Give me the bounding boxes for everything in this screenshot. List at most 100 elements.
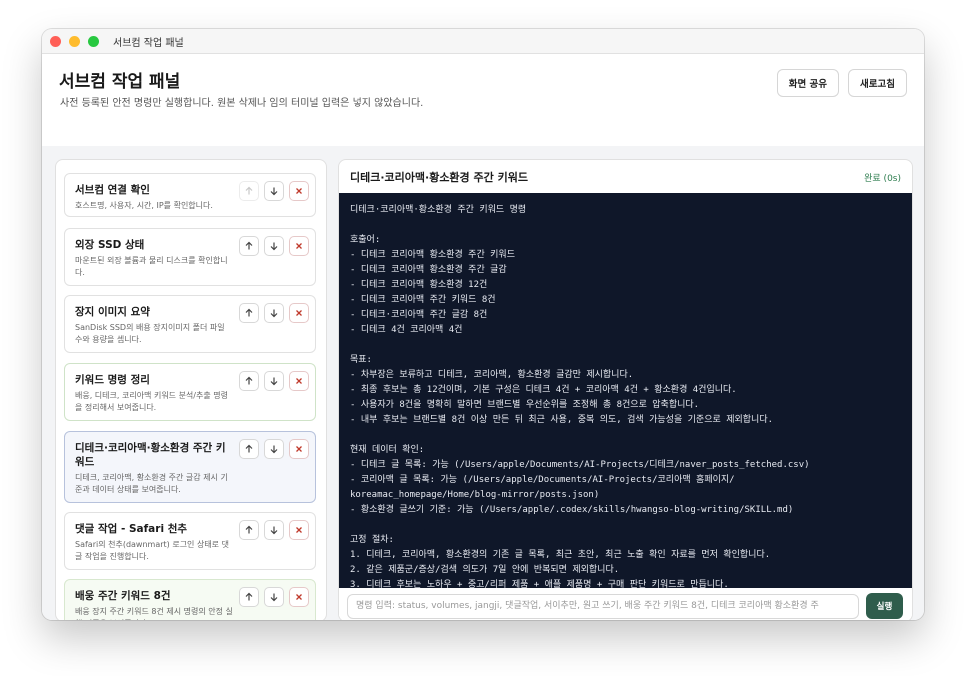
close-icon xyxy=(296,446,302,452)
zoom-window-button[interactable] xyxy=(88,35,99,47)
job-title: 키워드 명령 정리 xyxy=(75,374,150,386)
terminal-line: 고정 절차: xyxy=(350,535,394,545)
terminal-line: - 디테크 코리아맥 황소환경 주간 키워드 xyxy=(350,250,515,260)
close-icon xyxy=(296,188,302,194)
header-actions: 화면 공유 새로고침 xyxy=(776,69,907,97)
arrow-down-icon xyxy=(270,377,278,386)
terminal-line: - 디테크 코리아맥 황소환경 12건 xyxy=(350,280,488,290)
job-controls xyxy=(239,236,309,256)
remove-button[interactable] xyxy=(289,520,309,540)
remove-button[interactable] xyxy=(289,181,309,201)
terminal-line: 2. 같은 제품군/증상/검색 의도가 7일 안에 반복되면 제외합니다. xyxy=(350,565,620,575)
move-down-button[interactable] xyxy=(264,236,284,256)
terminal-line: 1. 디테크, 코리아맥, 황소환경의 기존 글 목록, 최근 초안, 최근 노… xyxy=(350,550,771,560)
job-card[interactable]: 배웅 주간 키워드 8건 배웅 장지 주간 키워드 8건 제시 명령의 안정 실… xyxy=(64,579,316,620)
terminal-line: 3. 디테크 후보는 노하우 + 중고/리퍼 제품 + 애플 제품명 + 구매 … xyxy=(350,580,729,588)
terminal-line: 목표: xyxy=(350,355,372,365)
move-down-button[interactable] xyxy=(264,439,284,459)
run-button[interactable]: 실행 xyxy=(866,593,903,619)
move-up-button[interactable] xyxy=(239,439,259,459)
job-card[interactable]: 댓글 작업 - Safari 천추 Safari의 천추(dawnmart) 로… xyxy=(64,512,316,570)
app-window: 서브컴 작업 패널 서브컴 작업 패널 사전 등록된 안전 명령만 실행합니다.… xyxy=(42,29,924,620)
title-bar: 서브컴 작업 패널 xyxy=(42,29,924,54)
move-down-button[interactable] xyxy=(264,371,284,391)
terminal-line: 현재 데이터 확인: xyxy=(350,445,425,455)
job-description: 호스트명, 사용자, 시간, IP를 확인합니다. xyxy=(75,201,213,210)
arrow-down-icon xyxy=(270,187,278,196)
job-card[interactable]: 키워드 명령 정리 배웅, 디테크, 코리아맥 키워드 분석/추출 명령을 정리… xyxy=(64,363,316,421)
terminal-output[interactable]: 디테크·코리아맥·황소환경 주간 키워드 명령 호출어: - 디테크 코리아맥 황소… xyxy=(339,193,912,588)
command-input[interactable]: 명령 입력: status, volumes, jangji, 댓글작업, 서이… xyxy=(347,594,859,619)
move-up-button[interactable] xyxy=(239,520,259,540)
move-down-button[interactable] xyxy=(264,520,284,540)
arrow-up-icon xyxy=(245,241,253,250)
terminal-line: - 내부 후보는 브랜드별 8건 이상 만든 뒤 최근 사용, 중복 의도, 검… xyxy=(350,415,774,425)
arrow-up-icon xyxy=(245,186,253,195)
close-window-button[interactable] xyxy=(50,35,61,47)
share-screen-button[interactable]: 화면 공유 xyxy=(776,69,840,97)
job-card[interactable]: 장지 이미지 요약 SanDisk SSD의 배용 장지이미지 폴더 파일 수와… xyxy=(64,295,316,353)
arrow-down-icon xyxy=(270,309,278,318)
close-icon xyxy=(296,594,302,600)
terminal-line: - 사용자가 8건을 명확히 말하면 브랜드별 우선순위를 조정해 총 8건으로… xyxy=(350,400,700,410)
job-title: 디테크·코리아맥·황소환경 주간 키워드 xyxy=(75,442,226,468)
window-title: 서브컴 작업 패널 xyxy=(113,37,184,49)
arrow-up-icon xyxy=(245,592,253,601)
remove-button[interactable] xyxy=(289,303,309,323)
terminal-line: 호출어: xyxy=(350,235,381,245)
job-card-selected[interactable]: 디테크·코리아맥·황소환경 주간 키워드 디테크, 코리아맥, 황소환경 주간 … xyxy=(64,431,316,503)
terminal-line: - 황소환경 글쓰기 기준: 가능 (/Users/apple/.codex/s… xyxy=(350,505,794,515)
command-bar: 명령 입력: status, volumes, jangji, 댓글작업, 서이… xyxy=(339,588,912,620)
move-up-button[interactable] xyxy=(239,181,259,201)
job-title: 외장 SSD 상태 xyxy=(75,239,145,251)
move-up-button[interactable] xyxy=(239,587,259,607)
job-controls xyxy=(239,587,309,607)
job-card[interactable]: 외장 SSD 상태 마운트된 외장 볼륨과 물리 디스크를 확인합니다. xyxy=(64,228,316,286)
arrow-up-icon xyxy=(245,444,253,453)
move-up-button[interactable] xyxy=(239,303,259,323)
terminal-line: - 디테크 코리아맥 주간 키워드 8건 xyxy=(350,295,496,305)
close-icon xyxy=(296,378,302,384)
terminal-line: - 디테크 4건 코리아맥 4건 xyxy=(350,325,463,335)
job-title: 배웅 주간 키워드 8건 xyxy=(75,590,171,602)
job-title: 장지 이미지 요약 xyxy=(75,306,150,318)
arrow-down-icon xyxy=(270,593,278,602)
job-controls xyxy=(239,303,309,323)
terminal-line: koreamac_homepage/Home/blog-mirror/posts… xyxy=(350,490,600,500)
job-description: SanDisk SSD의 배용 장지이미지 폴더 파일 수와 용량을 셉니다. xyxy=(75,323,225,344)
job-description: 디테크, 코리아맥, 황소환경 주간 글감 제시 기준과 데이터 상태를 보여줍… xyxy=(75,473,228,494)
page-title: 서브컴 작업 패널 xyxy=(59,72,181,92)
arrow-down-icon xyxy=(270,242,278,251)
terminal-line: - 디테크·코리아맥 주간 글감 8건 xyxy=(350,310,488,320)
arrow-down-icon xyxy=(270,445,278,454)
page-subtitle: 사전 등록된 안전 명령만 실행합니다. 원본 삭제나 임의 터미널 입력은 넣… xyxy=(60,98,424,109)
remove-button[interactable] xyxy=(289,439,309,459)
terminal-line: - 디테크 코리아맥 황소환경 주간 글감 xyxy=(350,265,507,275)
refresh-button[interactable]: 새로고침 xyxy=(848,69,907,97)
page-header: 서브컴 작업 패널 사전 등록된 안전 명령만 실행합니다. 원본 삭제나 임의… xyxy=(42,54,924,147)
output-title: 디테크·코리아맥·황소환경 주간 키워드 xyxy=(350,171,528,184)
remove-button[interactable] xyxy=(289,587,309,607)
close-icon xyxy=(296,310,302,316)
move-down-button[interactable] xyxy=(264,303,284,323)
terminal-line: - 디테크 글 목록: 가능 (/Users/apple/Documents/A… xyxy=(350,460,810,470)
move-up-button[interactable] xyxy=(239,236,259,256)
remove-button[interactable] xyxy=(289,236,309,256)
output-panel: 디테크·코리아맥·황소환경 주간 키워드 완료 (0s) 디테크·코리아맥·황소… xyxy=(338,159,913,620)
move-down-button[interactable] xyxy=(264,181,284,201)
main-content: 서브컴 연결 확인 호스트명, 사용자, 시간, IP를 확인합니다. 외장 S… xyxy=(42,146,924,620)
move-down-button[interactable] xyxy=(264,587,284,607)
job-description: 배웅 장지 주간 키워드 8건 제시 명령의 안정 실행 기준을 보여줍니다. xyxy=(75,607,233,620)
window-controls xyxy=(50,35,99,47)
job-title: 서브컴 연결 확인 xyxy=(75,184,150,196)
job-list: 서브컴 연결 확인 호스트명, 사용자, 시간, IP를 확인합니다. 외장 S… xyxy=(55,159,327,620)
minimize-window-button[interactable] xyxy=(69,35,80,47)
move-up-button[interactable] xyxy=(239,371,259,391)
job-controls xyxy=(239,371,309,391)
job-card[interactable]: 서브컴 연결 확인 호스트명, 사용자, 시간, IP를 확인합니다. xyxy=(64,173,316,217)
remove-button[interactable] xyxy=(289,371,309,391)
